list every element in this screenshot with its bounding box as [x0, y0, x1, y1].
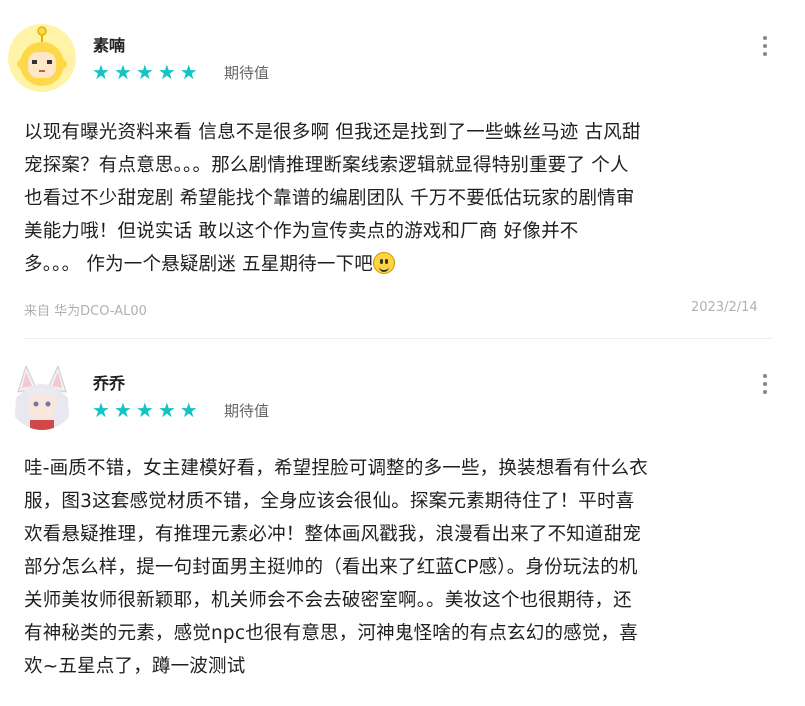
star-icon: ★: [92, 398, 110, 422]
more-vertical-icon[interactable]: [755, 372, 775, 396]
username[interactable]: 乔乔: [93, 370, 125, 394]
user-avatar[interactable]: [8, 362, 76, 430]
star-icon: ★: [113, 398, 132, 422]
review-card: 乔乔 ★ ★ ★ ★ ★ 期待值 哇-画质不错，女主建模好看，希望捏脸可调整的多…: [0, 0, 805, 706]
star-rating: ★ ★ ★ ★ ★: [92, 400, 198, 420]
star-icon: ★: [179, 398, 198, 422]
rating-label: 期待值: [224, 402, 270, 420]
star-icon: ★: [157, 398, 176, 422]
review-text: 哇-画质不错，女主建模好看，希望捏脸可调整的多一些，换装想看有什么衣 服，图3这…: [24, 458, 648, 677]
star-icon: ★: [135, 398, 154, 422]
fox-ear-girl-avatar-icon: [8, 362, 76, 430]
